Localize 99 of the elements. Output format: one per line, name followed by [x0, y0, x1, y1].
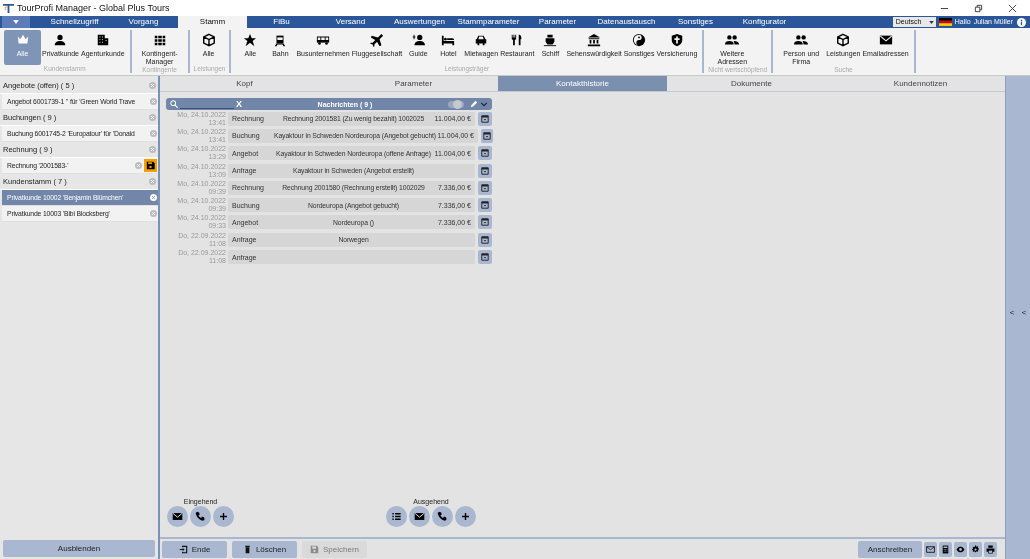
pencil-icon[interactable]: [470, 100, 478, 108]
window-icon: [481, 235, 489, 244]
menu-tab[interactable]: Auswertungen: [385, 16, 454, 28]
toggle-switch[interactable]: [448, 100, 464, 108]
menu-tab[interactable]: Sonstiges: [661, 16, 730, 28]
envelope-icon: [926, 544, 935, 554]
hide-button[interactable]: Ausblenden: [3, 540, 155, 557]
phone-icon: [437, 511, 448, 522]
write-button[interactable]: Anschreiben: [858, 540, 922, 558]
caret-icon: [928, 20, 934, 24]
menu-tab[interactable]: Vorgang: [109, 16, 178, 28]
building-icon: [95, 33, 110, 47]
list-icon: [391, 511, 402, 522]
open-message-button[interactable]: [478, 250, 492, 264]
trash-icon: [242, 544, 252, 554]
outgoing-call-button[interactable]: [432, 506, 453, 527]
ship-icon: [543, 33, 558, 47]
incoming-call-button[interactable]: [190, 506, 211, 527]
settings-button[interactable]: [969, 541, 982, 557]
star-icon: [243, 33, 258, 47]
window-icon: [481, 201, 489, 210]
caret-icon: [13, 20, 19, 24]
open-message-button[interactable]: [478, 215, 492, 230]
menu-tab[interactable]: Parameter: [523, 16, 592, 28]
content-tab[interactable]: Parameter: [329, 76, 498, 91]
print-button[interactable]: [984, 541, 997, 557]
save-icon[interactable]: [144, 159, 157, 172]
menu-tab[interactable]: Datenaustausch: [592, 16, 661, 28]
outgoing-mail-button[interactable]: [409, 506, 430, 527]
open-message-button[interactable]: [478, 111, 492, 126]
airplane-icon: [370, 33, 384, 47]
window-icon: [481, 166, 489, 175]
incoming-mail-button[interactable]: [167, 506, 188, 527]
plus-icon: [218, 511, 229, 522]
eye-icon: [956, 544, 965, 554]
open-message-button[interactable]: [481, 128, 493, 143]
envelope-icon: [878, 33, 893, 47]
yin-yang-icon: [632, 33, 647, 47]
flag-icon: [938, 18, 952, 26]
person-plus-icon: [411, 33, 426, 47]
preview-button[interactable]: [954, 541, 967, 557]
window-icon: [481, 149, 489, 158]
envelope-icon: [172, 511, 183, 522]
mail-button[interactable]: [924, 541, 937, 557]
open-message-button[interactable]: [478, 198, 492, 213]
restore-icon[interactable]: [974, 3, 983, 13]
menu-tab[interactable]: Konfigurator: [730, 16, 799, 28]
quick-menu-dropdown[interactable]: [2, 16, 30, 28]
window-icon: [481, 114, 489, 123]
search-icon: [170, 100, 178, 108]
shield-icon: [669, 33, 684, 47]
printer-icon: [986, 544, 995, 554]
app-logo-icon: [3, 2, 14, 14]
open-message-button[interactable]: [478, 146, 492, 161]
person-icon: [53, 33, 68, 47]
building-columns-icon: [587, 33, 602, 47]
menu-tab[interactable]: FiBu: [247, 16, 316, 28]
close-icon[interactable]: [1008, 3, 1017, 13]
plus-icon: [460, 511, 471, 522]
content-tab[interactable]: Kopf: [160, 76, 329, 91]
settings-icon: [971, 544, 980, 554]
window-icon: [481, 183, 489, 192]
content-tab[interactable]: Kundennotizen: [836, 76, 1005, 91]
tram-icon: [273, 33, 288, 47]
cube-icon: [836, 33, 851, 47]
open-message-button[interactable]: [478, 180, 492, 195]
expand-arrow[interactable]: <: [1021, 308, 1027, 317]
chevron-down-icon[interactable]: [480, 100, 488, 108]
clear-search-button[interactable]: X: [236, 99, 242, 109]
footer-button[interactable]: Löschen: [232, 540, 297, 558]
envelope-icon: [414, 511, 425, 522]
add-outgoing-button[interactable]: [455, 506, 476, 527]
footer-button[interactable]: Ende: [162, 540, 227, 558]
outgoing-list-button[interactable]: [386, 506, 407, 527]
calculator-button[interactable]: [939, 541, 952, 557]
window-title: TourProfi Manager - Global Plus Tours: [17, 3, 170, 13]
calculator-icon: [941, 544, 950, 554]
crown-icon: [15, 33, 30, 47]
open-message-button[interactable]: [478, 163, 492, 178]
grid-icon: [152, 33, 167, 47]
bed-icon: [441, 33, 456, 47]
car-icon: [474, 33, 489, 47]
expand-arrow[interactable]: <: [1009, 308, 1015, 317]
cube-icon: [201, 33, 216, 47]
menu-tab[interactable]: Versand: [316, 16, 385, 28]
add-incoming-button[interactable]: [213, 506, 234, 527]
menu-tab[interactable]: Schnellzugriff: [40, 16, 109, 28]
window-icon: [481, 253, 489, 261]
window-icon: [481, 218, 489, 227]
phone-icon: [195, 511, 206, 522]
open-message-button[interactable]: [478, 232, 492, 247]
info-icon[interactable]: [1017, 17, 1026, 27]
window-icon: [483, 131, 491, 140]
content-tab[interactable]: Dokumente: [667, 76, 836, 91]
menu-tab[interactable]: Stammparameter: [454, 16, 523, 28]
people-icon: [725, 33, 740, 47]
menu-tab[interactable]: Stamm: [178, 16, 247, 28]
exit-icon: [178, 544, 188, 554]
people-icon: [794, 33, 809, 47]
